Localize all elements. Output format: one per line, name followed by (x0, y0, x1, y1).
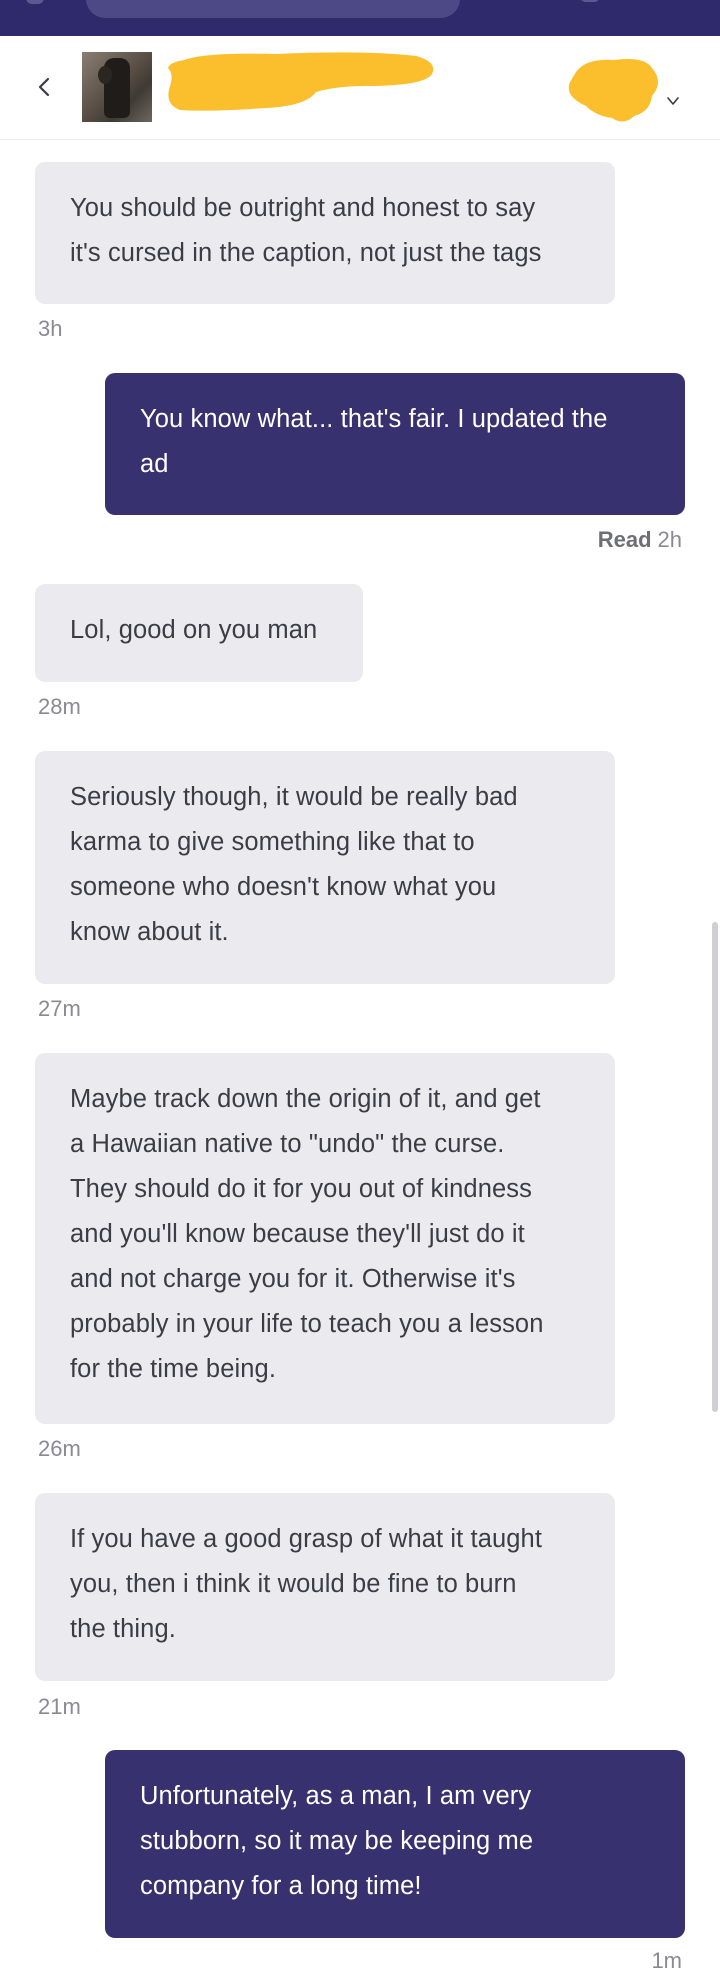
message-line: karma to give something like that to (70, 828, 475, 856)
message-line: Seriously though, it would be really bad (70, 783, 518, 811)
browser-tab-edge (26, 0, 44, 4)
message-timestamp: 26m (38, 1436, 81, 1461)
message-line: probably in your life to teach you a les… (70, 1310, 544, 1338)
message-line: ad (140, 450, 169, 478)
message-line: You should be outright and honest to say (70, 194, 536, 222)
message-line: Maybe track down the origin of it, and g… (70, 1085, 541, 1113)
message-timestamp: 28m (38, 694, 81, 719)
message-timestamp: 2h (657, 527, 682, 552)
browser-top-bar (0, 0, 720, 36)
conversation-header (0, 36, 720, 140)
message-line: and you'll know because they'll just do … (70, 1220, 525, 1248)
message-line: know about it. (70, 918, 229, 946)
message-line: Unfortunately, as a man, I am very (140, 1782, 532, 1810)
message-line: Lol, good on you man (70, 616, 318, 644)
message-line: You know what... that's fair. I updated … (140, 405, 608, 433)
message-timestamp: 3h (38, 316, 63, 341)
message-line: If you have a good grasp of what it taug… (70, 1525, 543, 1553)
read-label: Read (597, 527, 652, 552)
listing-thumbnail-image[interactable] (82, 52, 152, 122)
message-line: it's cursed in the caption, not just the… (70, 239, 542, 267)
message-timestamp: 27m (38, 996, 81, 1021)
message-line: and not charge you for it. Otherwise it'… (70, 1265, 516, 1293)
scrollbar-thumb[interactable] (712, 922, 718, 1412)
message-bubble-incoming: Lol, good on you man (35, 584, 363, 682)
address-bar[interactable] (86, 0, 460, 18)
message-bubble-incoming: If you have a good grasp of what it taug… (35, 1493, 615, 1681)
redacted-avatar (568, 59, 658, 122)
message-line: company for a long time! (140, 1872, 422, 1900)
message-line: stubborn, so it may be keeping me (140, 1827, 534, 1855)
message-bubble-incoming: Maybe track down the origin of it, and g… (35, 1053, 615, 1424)
read-receipt: Read 2h (598, 527, 682, 553)
user-avatar-menu[interactable] (566, 52, 679, 126)
chevron-down-icon (667, 97, 679, 105)
message-line: for the time being. (70, 1355, 277, 1383)
thumbnail-figure-head (98, 66, 112, 84)
message-line: the thing. (70, 1615, 176, 1643)
message-line: They should do it for you out of kindnes… (70, 1175, 532, 1203)
chevron-left-icon[interactable] (34, 76, 56, 98)
message-bubble-outgoing: You know what... that's fair. I updated … (105, 373, 685, 515)
redacted-user-name (168, 52, 434, 111)
message-timestamp: 21m (38, 1694, 81, 1719)
message-bubble-outgoing: Unfortunately, as a man, I am very stubb… (105, 1750, 685, 1938)
message-bubble-incoming: You should be outright and honest to say… (35, 162, 615, 304)
message-timestamp: 1m (651, 1948, 682, 1973)
message-line: a Hawaiian native to "undo" the curse. (70, 1130, 505, 1158)
browser-tab-edge (580, 0, 600, 2)
message-line: someone who doesn't know what you (70, 873, 497, 901)
message-bubble-incoming: Seriously though, it would be really bad… (35, 751, 615, 984)
message-line: you, then i think it would be fine to bu… (70, 1570, 517, 1598)
